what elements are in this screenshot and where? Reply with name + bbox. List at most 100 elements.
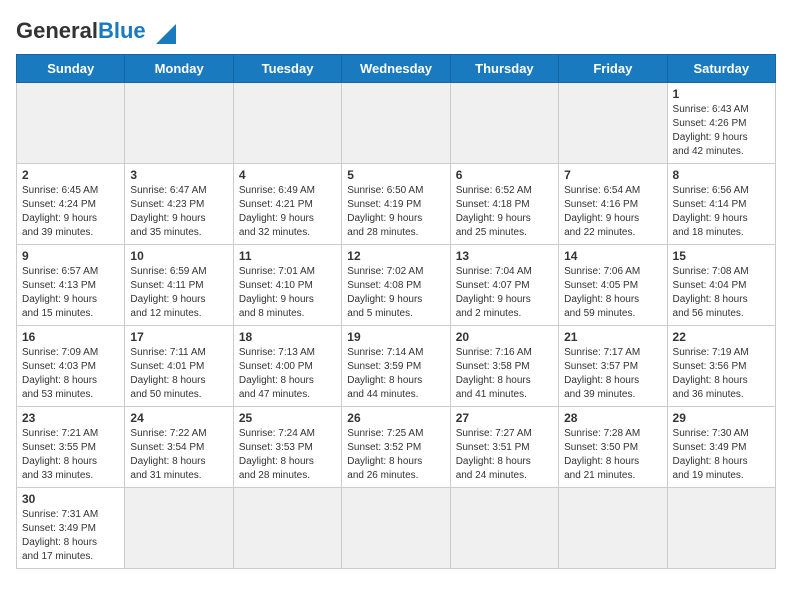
day-info: Sunrise: 7:30 AM Sunset: 3:49 PM Dayligh…	[673, 427, 770, 483]
day-info: Sunrise: 6:59 AM Sunset: 4:11 PM Dayligh…	[130, 265, 227, 321]
day-info: Sunrise: 6:52 AM Sunset: 4:18 PM Dayligh…	[456, 184, 553, 240]
day-info: Sunrise: 7:27 AM Sunset: 3:51 PM Dayligh…	[456, 427, 553, 483]
day-info: Sunrise: 6:56 AM Sunset: 4:14 PM Dayligh…	[673, 184, 770, 240]
day-info: Sunrise: 7:16 AM Sunset: 3:58 PM Dayligh…	[456, 346, 553, 402]
calendar-cell: 29 Sunrise: 7:30 AM Sunset: 3:49 PM Dayli…	[667, 407, 775, 488]
day-number: 24	[130, 411, 227, 425]
day-header-thursday: Thursday	[450, 55, 558, 83]
calendar-cell: 12 Sunrise: 7:02 AM Sunset: 4:08 PM Dayli…	[342, 245, 450, 326]
calendar-cell: 30 Sunrise: 7:31 AM Sunset: 3:49 PM Dayli…	[17, 488, 125, 569]
day-number: 11	[239, 249, 336, 263]
calendar-cell: 20Sunrise: 7:16 AM Sunset: 3:58 PM Dayli…	[450, 326, 558, 407]
calendar-cell: 9Sunrise: 6:57 AM Sunset: 4:13 PM Daylig…	[17, 245, 125, 326]
calendar-week-5: 23Sunrise: 7:21 AM Sunset: 3:55 PM Dayli…	[17, 407, 776, 488]
calendar-cell: 8Sunrise: 6:56 AM Sunset: 4:14 PM Daylig…	[667, 164, 775, 245]
calendar-cell	[125, 488, 233, 569]
day-number: 25	[239, 411, 336, 425]
day-header-wednesday: Wednesday	[342, 55, 450, 83]
day-info: Sunrise: 7:02 AM Sunset: 4:08 PM Dayligh…	[347, 265, 444, 321]
header: GeneralBlue	[16, 16, 776, 46]
day-info: Sunrise: 7:24 AM Sunset: 3:53 PM Dayligh…	[239, 427, 336, 483]
day-number: 17	[130, 330, 227, 344]
day-number: 21	[564, 330, 661, 344]
calendar-cell: 26 Sunrise: 7:25 AM Sunset: 3:52 PM Dayli…	[342, 407, 450, 488]
calendar-body: 1 Sunrise: 6:43 AM Sunset: 4:26 PM Daylig…	[17, 83, 776, 569]
calendar-cell	[125, 83, 233, 164]
logo-icon	[148, 16, 178, 46]
logo-text: GeneralBlue	[16, 18, 146, 44]
calendar-cell: 23Sunrise: 7:21 AM Sunset: 3:55 PM Dayli…	[17, 407, 125, 488]
day-info: Sunrise: 7:01 AM Sunset: 4:10 PM Dayligh…	[239, 265, 336, 321]
calendar-week-6: 30 Sunrise: 7:31 AM Sunset: 3:49 PM Dayli…	[17, 488, 776, 569]
calendar-week-3: 9Sunrise: 6:57 AM Sunset: 4:13 PM Daylig…	[17, 245, 776, 326]
calendar-cell	[342, 83, 450, 164]
calendar-cell: 2 Sunrise: 6:45 AM Sunset: 4:24 PM Daylig…	[17, 164, 125, 245]
day-info: Sunrise: 6:49 AM Sunset: 4:21 PM Dayligh…	[239, 184, 336, 240]
calendar-cell	[233, 488, 341, 569]
day-header-friday: Friday	[559, 55, 667, 83]
day-info: Sunrise: 7:11 AM Sunset: 4:01 PM Dayligh…	[130, 346, 227, 402]
day-header-tuesday: Tuesday	[233, 55, 341, 83]
calendar-cell: 22Sunrise: 7:19 AM Sunset: 3:56 PM Dayli…	[667, 326, 775, 407]
day-info: Sunrise: 7:09 AM Sunset: 4:03 PM Dayligh…	[22, 346, 119, 402]
day-number: 12	[347, 249, 444, 263]
day-number: 9	[22, 249, 119, 263]
day-number: 22	[673, 330, 770, 344]
calendar-cell: 14 Sunrise: 7:06 AM Sunset: 4:05 PM Dayli…	[559, 245, 667, 326]
calendar-cell	[450, 488, 558, 569]
day-number: 2	[22, 168, 119, 182]
calendar-cell: 28Sunrise: 7:28 AM Sunset: 3:50 PM Dayli…	[559, 407, 667, 488]
calendar-cell: 4 Sunrise: 6:49 AM Sunset: 4:21 PM Daylig…	[233, 164, 341, 245]
day-number: 26	[347, 411, 444, 425]
day-info: Sunrise: 6:47 AM Sunset: 4:23 PM Dayligh…	[130, 184, 227, 240]
calendar-cell: 1 Sunrise: 6:43 AM Sunset: 4:26 PM Daylig…	[667, 83, 775, 164]
day-number: 28	[564, 411, 661, 425]
day-number: 29	[673, 411, 770, 425]
calendar-week-4: 16 Sunrise: 7:09 AM Sunset: 4:03 PM Dayli…	[17, 326, 776, 407]
day-number: 14	[564, 249, 661, 263]
calendar-week-2: 2 Sunrise: 6:45 AM Sunset: 4:24 PM Daylig…	[17, 164, 776, 245]
calendar: SundayMondayTuesdayWednesdayThursdayFrid…	[16, 54, 776, 569]
calendar-cell: 6 Sunrise: 6:52 AM Sunset: 4:18 PM Daylig…	[450, 164, 558, 245]
day-number: 3	[130, 168, 227, 182]
calendar-cell: 24 Sunrise: 7:22 AM Sunset: 3:54 PM Dayli…	[125, 407, 233, 488]
calendar-cell: 5 Sunrise: 6:50 AM Sunset: 4:19 PM Daylig…	[342, 164, 450, 245]
calendar-cell	[667, 488, 775, 569]
calendar-cell: 3 Sunrise: 6:47 AM Sunset: 4:23 PM Daylig…	[125, 164, 233, 245]
day-number: 1	[673, 87, 770, 101]
day-number: 30	[22, 492, 119, 506]
day-number: 18	[239, 330, 336, 344]
day-number: 4	[239, 168, 336, 182]
calendar-cell: 27 Sunrise: 7:27 AM Sunset: 3:51 PM Dayli…	[450, 407, 558, 488]
day-info: Sunrise: 6:45 AM Sunset: 4:24 PM Dayligh…	[22, 184, 119, 240]
day-number: 27	[456, 411, 553, 425]
day-info: Sunrise: 7:13 AM Sunset: 4:00 PM Dayligh…	[239, 346, 336, 402]
calendar-cell: 18 Sunrise: 7:13 AM Sunset: 4:00 PM Dayli…	[233, 326, 341, 407]
calendar-cell: 11 Sunrise: 7:01 AM Sunset: 4:10 PM Dayli…	[233, 245, 341, 326]
calendar-cell: 15Sunrise: 7:08 AM Sunset: 4:04 PM Dayli…	[667, 245, 775, 326]
day-info: Sunrise: 7:14 AM Sunset: 3:59 PM Dayligh…	[347, 346, 444, 402]
day-number: 10	[130, 249, 227, 263]
day-info: Sunrise: 6:54 AM Sunset: 4:16 PM Dayligh…	[564, 184, 661, 240]
day-info: Sunrise: 7:31 AM Sunset: 3:49 PM Dayligh…	[22, 508, 119, 564]
day-header-saturday: Saturday	[667, 55, 775, 83]
day-number: 16	[22, 330, 119, 344]
day-info: Sunrise: 6:50 AM Sunset: 4:19 PM Dayligh…	[347, 184, 444, 240]
calendar-cell	[342, 488, 450, 569]
day-info: Sunrise: 7:22 AM Sunset: 3:54 PM Dayligh…	[130, 427, 227, 483]
day-info: Sunrise: 7:17 AM Sunset: 3:57 PM Dayligh…	[564, 346, 661, 402]
calendar-cell: 10 Sunrise: 6:59 AM Sunset: 4:11 PM Dayli…	[125, 245, 233, 326]
calendar-cell	[233, 83, 341, 164]
day-number: 13	[456, 249, 553, 263]
day-info: Sunrise: 7:06 AM Sunset: 4:05 PM Dayligh…	[564, 265, 661, 321]
calendar-cell	[559, 488, 667, 569]
calendar-cell	[450, 83, 558, 164]
calendar-cell: 7Sunrise: 6:54 AM Sunset: 4:16 PM Daylig…	[559, 164, 667, 245]
day-info: Sunrise: 7:21 AM Sunset: 3:55 PM Dayligh…	[22, 427, 119, 483]
day-header-monday: Monday	[125, 55, 233, 83]
day-info: Sunrise: 6:43 AM Sunset: 4:26 PM Dayligh…	[673, 103, 770, 159]
day-number: 6	[456, 168, 553, 182]
calendar-week-1: 1 Sunrise: 6:43 AM Sunset: 4:26 PM Daylig…	[17, 83, 776, 164]
day-number: 5	[347, 168, 444, 182]
day-info: Sunrise: 7:25 AM Sunset: 3:52 PM Dayligh…	[347, 427, 444, 483]
